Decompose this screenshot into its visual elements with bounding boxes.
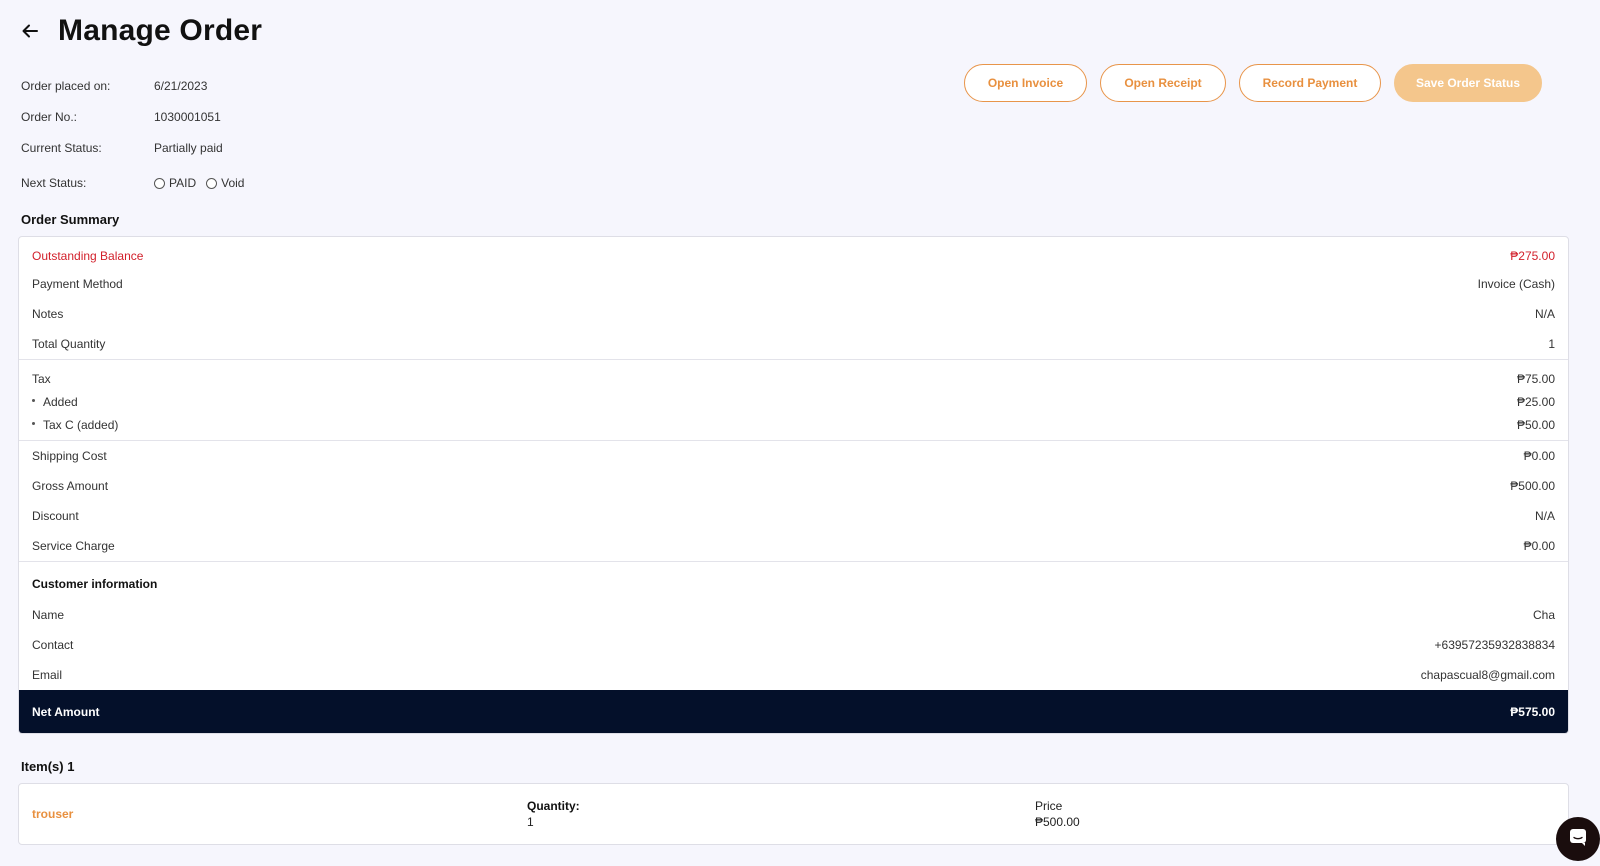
record-payment-button[interactable]: Record Payment xyxy=(1239,64,1381,102)
outstanding-balance-value: ₱275.00 xyxy=(1510,249,1555,263)
current-status-row: Current Status: Partially paid xyxy=(21,132,254,163)
order-summary-card: Outstanding Balance ₱275.00 Payment Meth… xyxy=(18,236,1569,734)
order-placed-label: Order placed on: xyxy=(21,78,111,93)
customer-name-label: Name xyxy=(32,608,65,622)
back-arrow-icon[interactable] xyxy=(20,19,44,43)
outstanding-balance-label: Outstanding Balance xyxy=(32,249,144,263)
current-status-label: Current Status: xyxy=(21,140,102,155)
order-no-value: 1030001051 xyxy=(154,109,221,124)
customer-email-row: Email chapascual8@gmail.com xyxy=(19,660,1568,690)
item-quantity-label: Quantity: xyxy=(527,799,580,813)
payment-method-row: Payment Method Invoice (Cash) xyxy=(19,269,1568,299)
item-name-link[interactable]: trouser xyxy=(19,807,527,821)
radio-void[interactable]: Void xyxy=(206,176,244,190)
tax-item-name: Tax C (added) xyxy=(43,417,119,432)
save-order-status-button[interactable]: Save Order Status xyxy=(1394,64,1542,102)
customer-contact-label: Contact xyxy=(32,638,74,652)
action-buttons: Open Invoice Open Receipt Record Payment… xyxy=(964,64,1542,102)
shipping-cost-row: Shipping Cost ₱0.00 xyxy=(19,441,1568,471)
tax-item-row: Added ₱25.00 xyxy=(19,390,1568,413)
item-price-value: ₱500.00 xyxy=(1035,815,1080,829)
service-charge-row: Service Charge ₱0.00 xyxy=(19,531,1568,561)
radio-void-label: Void xyxy=(221,176,245,190)
tax-value: ₱75.00 xyxy=(1516,372,1555,386)
order-placed-value: 6/21/2023 xyxy=(154,78,208,93)
open-invoice-button[interactable]: Open Invoice xyxy=(964,64,1087,102)
tax-label: Tax xyxy=(32,372,51,386)
item-quantity: Quantity: 1 xyxy=(527,798,1035,830)
chat-icon xyxy=(1567,826,1589,853)
customer-name-row: Name Cha xyxy=(19,600,1568,630)
customer-contact-value: +63957235932838834 xyxy=(1434,638,1555,652)
shipping-cost-label: Shipping Cost xyxy=(32,449,107,463)
item-price: Price ₱500.00 xyxy=(1035,798,1543,830)
radio-paid[interactable]: PAID xyxy=(154,176,196,190)
order-summary-title: Order Summary xyxy=(21,212,120,227)
discount-value: N/A xyxy=(1534,509,1555,523)
gross-amount-value: ₱500.00 xyxy=(1510,479,1555,493)
bullet-icon xyxy=(32,398,35,402)
radio-void-circle[interactable] xyxy=(206,177,218,189)
total-quantity-value: 1 xyxy=(1548,337,1555,351)
tax-item-value: ₱50.00 xyxy=(1516,417,1555,432)
page-title: Manage Order xyxy=(58,14,263,47)
customer-information-heading: Customer information xyxy=(19,562,1568,600)
discount-row: Discount N/A xyxy=(19,501,1568,531)
item-card: trouser Quantity: 1 Price ₱500.00 xyxy=(18,783,1569,845)
tax-item-value: ₱25.00 xyxy=(1516,394,1555,409)
gross-amount-row: Gross Amount ₱500.00 xyxy=(19,471,1568,501)
net-amount-label: Net Amount xyxy=(32,704,100,719)
radio-paid-circle[interactable] xyxy=(154,177,165,189)
tax-item-label: Added xyxy=(32,395,78,409)
item-price-label: Price xyxy=(1035,799,1063,813)
notes-row: Notes N/A xyxy=(19,299,1568,329)
payment-method-label: Payment Method xyxy=(32,277,123,291)
order-placed-row: Order placed on: 6/21/2023 xyxy=(21,70,254,101)
service-charge-value: ₱0.00 xyxy=(1523,539,1555,553)
shipping-cost-value: ₱0.00 xyxy=(1523,449,1555,463)
order-no-row: Order No.: 1030001051 xyxy=(21,101,254,132)
payment-method-value: Invoice (Cash) xyxy=(1477,277,1555,291)
customer-information-title: Customer information xyxy=(32,577,158,591)
tax-item-row: Tax C (added) ₱50.00 xyxy=(19,413,1568,436)
items-title: Item(s) 1 xyxy=(21,759,75,774)
next-status-row: Next Status: PAID Void xyxy=(21,165,254,201)
total-quantity-row: Total Quantity 1 xyxy=(19,329,1568,359)
chat-launcher-button[interactable] xyxy=(1556,817,1600,861)
current-status-value: Partially paid xyxy=(154,140,223,155)
bullet-icon xyxy=(32,421,35,425)
customer-name-value: Cha xyxy=(1532,608,1555,622)
tax-row: Tax ₱75.00 xyxy=(19,360,1568,390)
gross-amount-label: Gross Amount xyxy=(32,479,109,493)
net-amount-value: ₱575.00 xyxy=(1510,704,1555,719)
item-quantity-value: 1 xyxy=(527,815,534,829)
open-receipt-button[interactable]: Open Receipt xyxy=(1100,64,1226,102)
service-charge-label: Service Charge xyxy=(32,539,115,553)
net-amount-row: Net Amount ₱575.00 xyxy=(19,690,1568,733)
page-header: Manage Order xyxy=(20,14,262,48)
customer-email-value: chapascual8@gmail.com xyxy=(1420,668,1555,682)
total-quantity-label: Total Quantity xyxy=(32,337,106,351)
order-meta: Order placed on: 6/21/2023 Order No.: 10… xyxy=(21,70,254,201)
notes-value: N/A xyxy=(1534,307,1555,321)
next-status-label: Next Status: xyxy=(21,176,87,190)
tax-item-label: Tax C (added) xyxy=(32,418,118,432)
outstanding-balance-row: Outstanding Balance ₱275.00 xyxy=(19,237,1568,269)
notes-label: Notes xyxy=(32,307,64,321)
order-no-label: Order No.: xyxy=(21,109,78,124)
discount-label: Discount xyxy=(32,509,79,523)
customer-email-label: Email xyxy=(32,668,63,682)
customer-contact-row: Contact +63957235932838834 xyxy=(19,630,1568,660)
radio-paid-label: PAID xyxy=(169,176,197,190)
tax-item-name: Added xyxy=(43,394,78,409)
